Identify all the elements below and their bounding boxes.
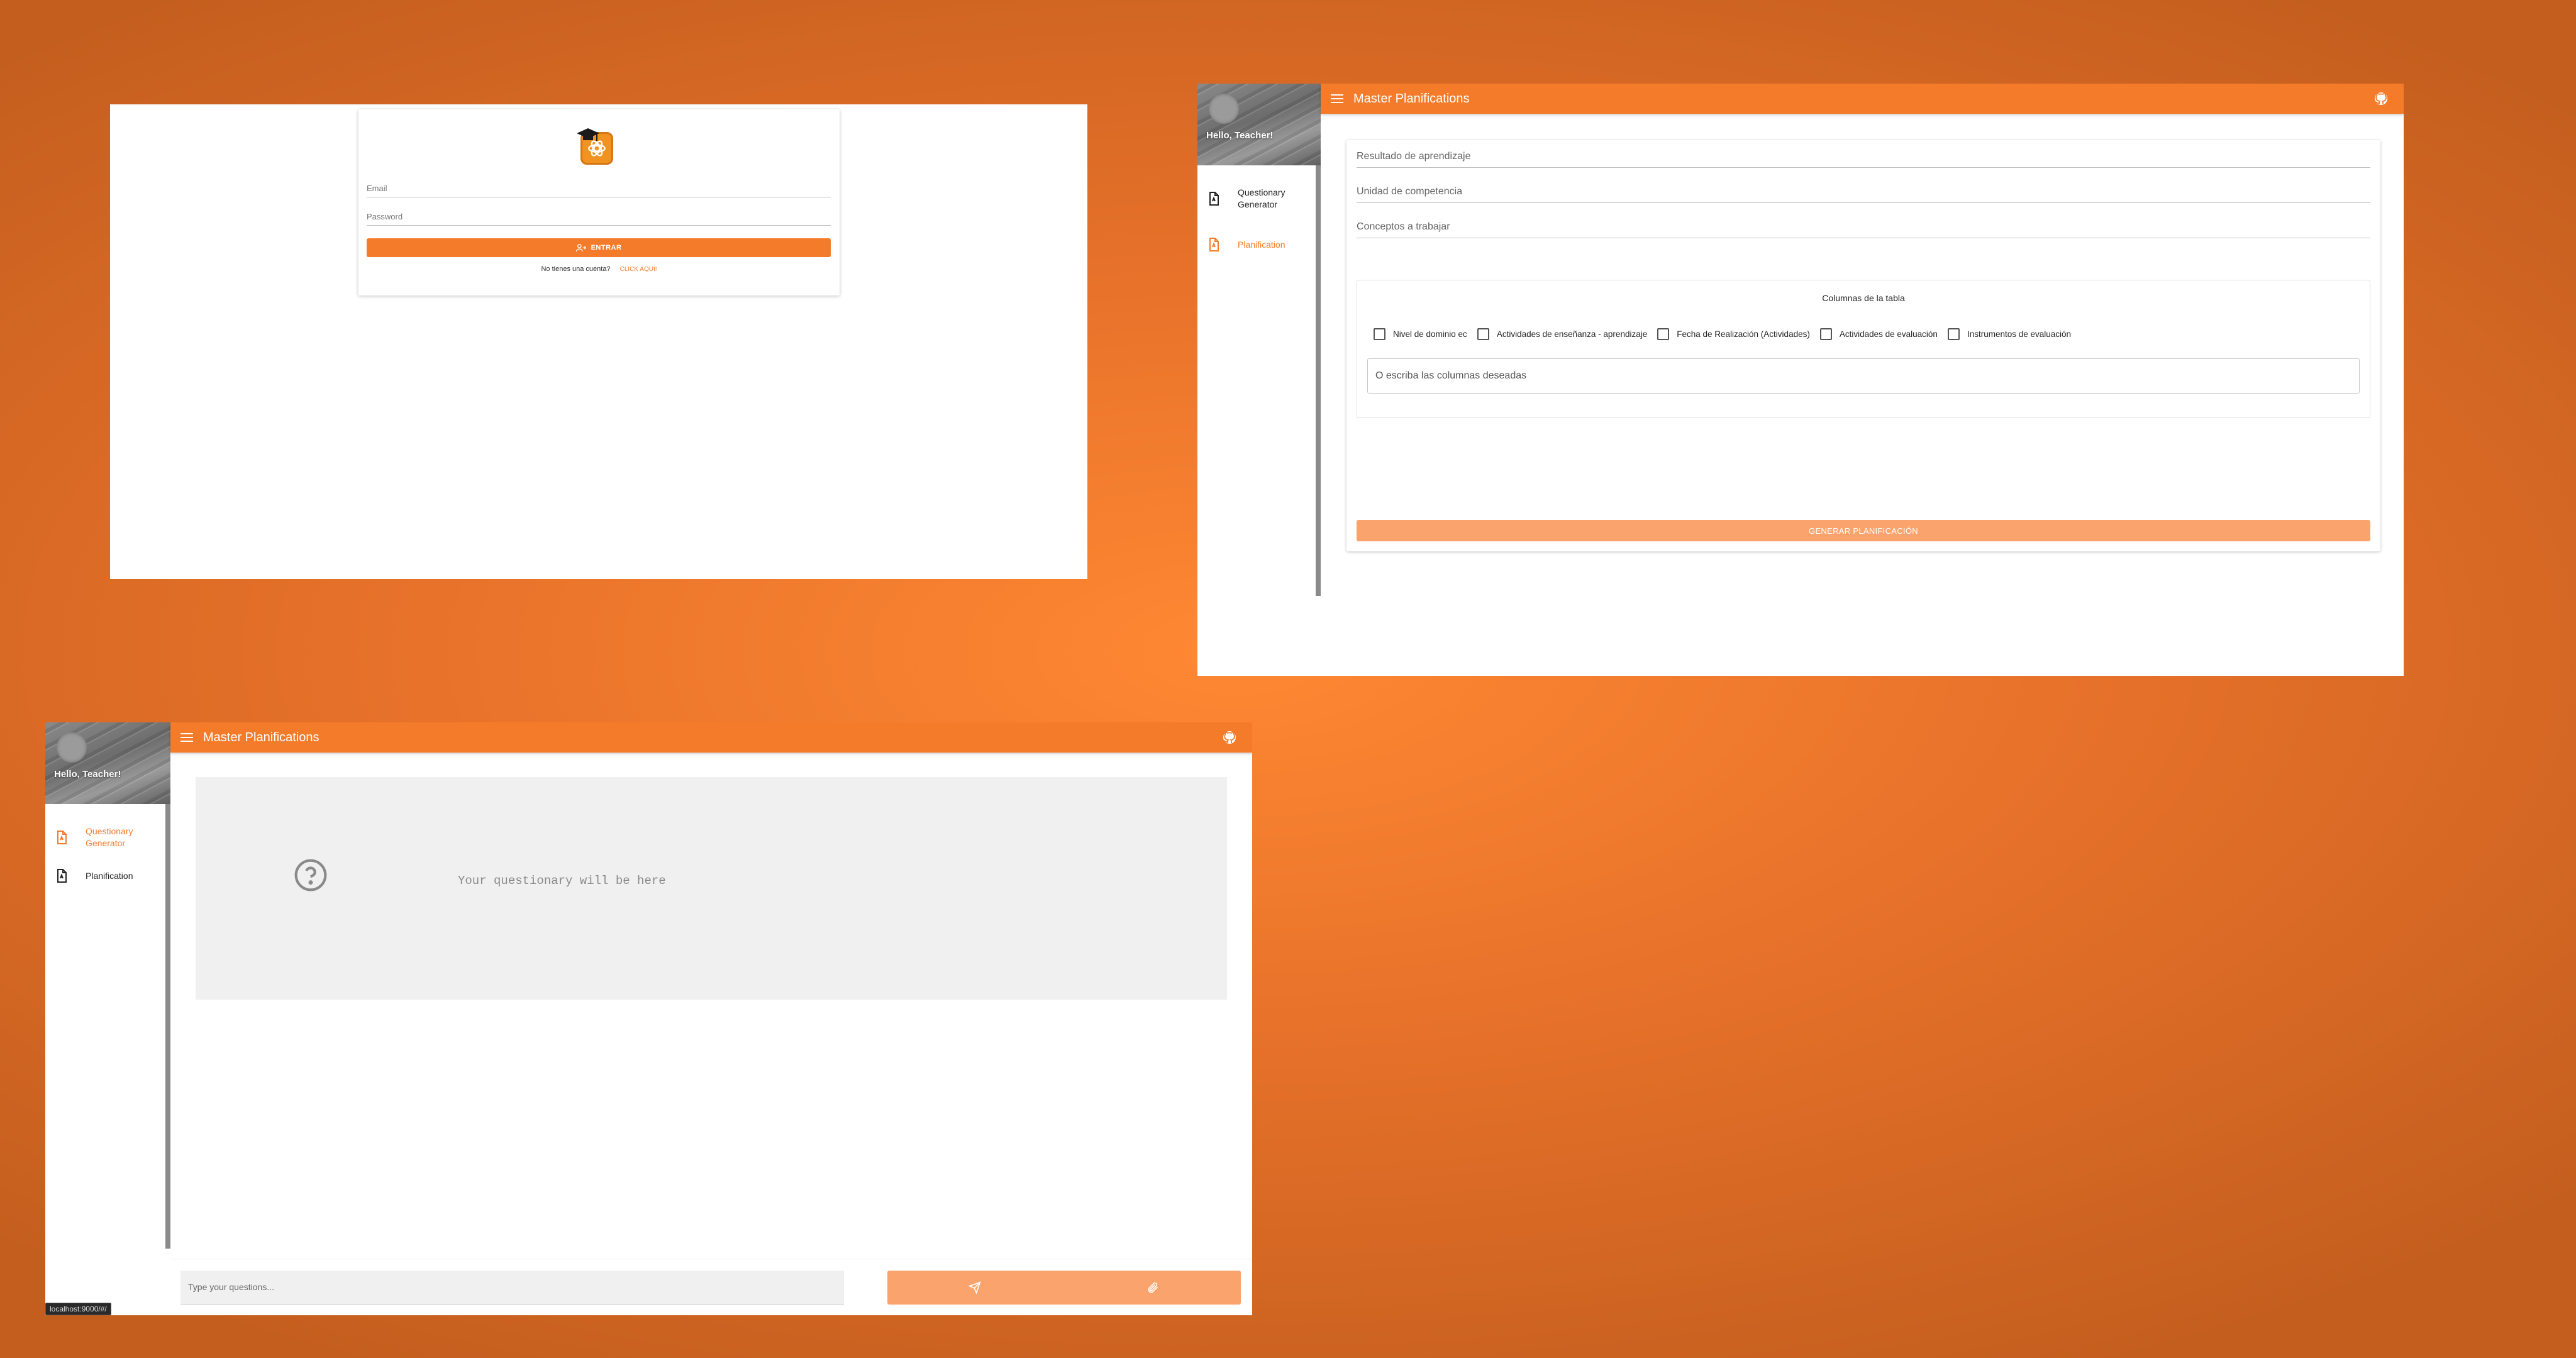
help-circle-icon <box>294 859 327 892</box>
checkbox-label: Nivel de dominio ec <box>1393 329 1467 339</box>
login-icon <box>575 244 586 252</box>
menu-icon[interactable] <box>1331 94 1343 104</box>
competence-unit-input[interactable] <box>1357 186 2370 197</box>
sidebar-item-label: Planification <box>1238 239 1285 250</box>
questionary-output-area: Your questionary will be here <box>196 777 1227 1000</box>
planification-form: Columnas de la tabla Nivel de dominio ec… <box>1346 140 2380 551</box>
page-title: Master Planifications <box>1353 91 1470 106</box>
planification-window: Hello, Teacher! Questionary Generator Pl… <box>1197 84 2404 676</box>
email-input[interactable] <box>367 184 831 193</box>
question-input[interactable] <box>188 1282 819 1292</box>
app-logo <box>575 127 616 167</box>
login-button-label: ENTRAR <box>591 244 622 251</box>
avatar <box>1209 94 1239 124</box>
login-window: ENTRAR No tienes una cuenta? CLICK AQUI! <box>110 104 1087 579</box>
sidebar: Hello, Teacher! Questionary Generator Pl… <box>1197 84 1321 676</box>
generate-planification-button[interactable]: GENERAR PLANIFICACIÓN <box>1357 520 2370 541</box>
graduation-cap-icon <box>577 128 599 141</box>
column-checkbox[interactable]: Actividades de evaluación <box>1819 328 1938 340</box>
custom-columns-field[interactable] <box>1367 358 2360 394</box>
send-icon[interactable] <box>968 1281 982 1294</box>
paperclip-icon[interactable] <box>1146 1281 1159 1294</box>
sidebar-scrollbar[interactable] <box>1316 165 1321 596</box>
file-icon <box>57 869 67 883</box>
question-actions <box>887 1271 1241 1305</box>
checkbox-box[interactable] <box>1947 328 1960 340</box>
questionary-window: Hello, Teacher! Questionary Generator Pl… <box>45 722 1252 1315</box>
app-bar: Master Planifications <box>170 722 1252 753</box>
sidebar-item-planification[interactable]: Planification <box>1197 237 1321 252</box>
concepts-field[interactable] <box>1357 213 2370 238</box>
app-bar: Master Planifications <box>1321 84 2404 114</box>
status-bar-url: localhost:9000/#/ <box>45 1303 111 1315</box>
column-checkbox[interactable]: Actividades de enseñanza - aprendizaje <box>1477 328 1647 340</box>
checkbox-box[interactable] <box>1477 328 1489 340</box>
sidebar-item-questionary-generator[interactable]: Questionary Generator <box>1197 187 1321 211</box>
learning-result-input[interactable] <box>1357 151 2370 162</box>
checkbox-label: Actividades de evaluación <box>1839 329 1938 339</box>
file-icon <box>1209 238 1219 251</box>
greeting: Hello, Teacher! <box>1206 130 1274 141</box>
password-field[interactable] <box>367 201 831 226</box>
signup-prompt: No tienes una cuenta? CLICK AQUI! <box>358 265 840 273</box>
question-input-field[interactable] <box>180 1271 844 1305</box>
checkbox-label: Instrumentos de evaluación <box>1967 329 2072 339</box>
checkbox-box[interactable] <box>1374 328 1385 340</box>
github-icon[interactable] <box>2373 91 2389 106</box>
learning-result-field[interactable] <box>1357 143 2370 168</box>
column-checkbox[interactable]: Nivel de dominio ec <box>1374 328 1467 340</box>
email-field[interactable] <box>367 172 831 197</box>
no-account-text: No tienes una cuenta? <box>541 265 611 273</box>
checkbox-box[interactable] <box>1657 328 1670 340</box>
avatar <box>57 732 87 763</box>
login-card: ENTRAR No tienes una cuenta? CLICK AQUI! <box>358 109 840 295</box>
sidebar-item-questionary-generator[interactable]: Questionary Generator <box>45 825 170 849</box>
login-button[interactable]: ENTRAR <box>367 238 831 257</box>
columns-checkbox-group: Nivel de dominio ec Actividades de enseñ… <box>1374 328 2081 340</box>
sidebar-header: Hello, Teacher! <box>45 722 170 804</box>
sidebar-item-label: Questionary Generator <box>86 826 133 848</box>
github-icon[interactable] <box>1222 730 1237 745</box>
checkbox-label: Actividades de enseñanza - aprendizaje <box>1496 329 1648 339</box>
questionary-placeholder-text: Your questionary will be here <box>458 874 666 888</box>
column-checkbox[interactable]: Instrumentos de evaluación <box>1947 328 2072 340</box>
sidebar: Hello, Teacher! Questionary Generator Pl… <box>45 722 170 1315</box>
competence-unit-field[interactable] <box>1357 178 2370 203</box>
checkbox-box[interactable] <box>1819 328 1832 340</box>
columns-title: Columnas de la tabla <box>1822 293 1905 303</box>
concepts-input[interactable] <box>1357 221 2370 233</box>
file-icon <box>57 831 67 844</box>
page-title: Master Planifications <box>203 730 319 744</box>
sidebar-item-label: Questionary Generator <box>1238 187 1285 209</box>
password-input[interactable] <box>367 212 831 221</box>
signup-link[interactable]: CLICK AQUI! <box>620 266 657 273</box>
table-columns-section: Columnas de la tabla Nivel de dominio ec… <box>1357 280 2370 418</box>
sidebar-item-label: Planification <box>86 870 133 881</box>
checkbox-label: Fecha de Realización (Actividades) <box>1677 329 1810 339</box>
custom-columns-input[interactable] <box>1375 370 2318 382</box>
column-checkbox[interactable]: Fecha de Realización (Actividades) <box>1657 328 1810 340</box>
sidebar-header: Hello, Teacher! <box>1197 84 1321 165</box>
sidebar-item-planification[interactable]: Planification <box>45 868 170 883</box>
menu-icon[interactable] <box>180 732 193 742</box>
greeting: Hello, Teacher! <box>54 769 121 780</box>
file-icon <box>1209 192 1219 206</box>
